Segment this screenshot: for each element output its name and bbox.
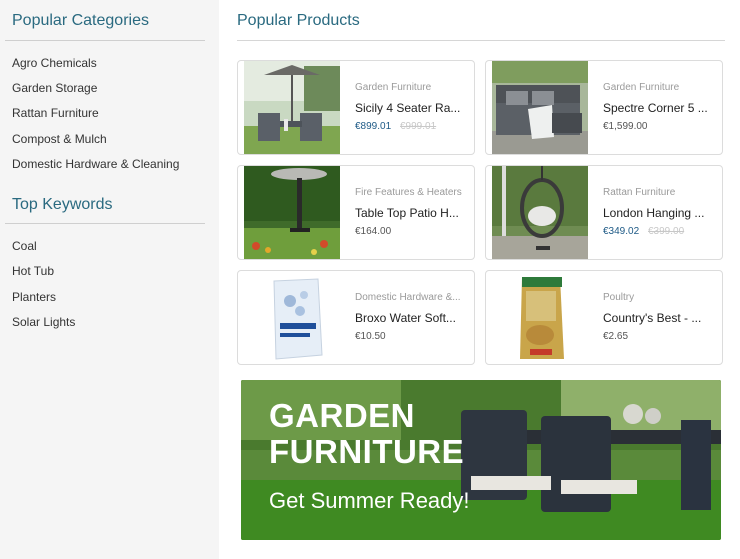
product-image [244,271,340,364]
product-price: €1,599.00 [603,121,648,132]
product-category: Rattan Furniture [603,187,676,198]
product-category: Garden Furniture [355,82,432,93]
divider [5,223,205,224]
product-name[interactable]: Spectre Corner 5 ... [603,101,715,115]
product-card[interactable]: Poultry Country's Best - ... €2.65 [485,270,723,365]
product-category: Domestic Hardware &... [355,292,461,303]
product-image [244,166,340,259]
product-card[interactable]: Domestic Hardware &... Broxo Water Soft.… [237,270,475,365]
product-price: €164.00 [355,226,392,237]
product-category: Garden Furniture [603,82,680,93]
banner-tagline: Get Summer Ready! [269,488,470,513]
product-price: €2.65 [603,331,629,342]
product-card[interactable]: Garden Furniture Spectre Corner 5 ... €1… [485,60,723,155]
product-price: €899.01 [355,121,392,132]
product-category: Poultry [603,292,635,303]
product-price: €10.50 [355,331,386,342]
product-category: Fire Features & Heaters [355,187,462,198]
divider [237,40,725,41]
garden-furniture-banner[interactable]: GARDEN FURNITURE Get Summer Ready! [241,380,721,540]
keyword-link[interactable]: Hot Tub [12,264,54,278]
product-name[interactable]: London Hanging ... [603,206,715,220]
sidebar: Popular Categories Agro Chemicals Garden… [0,0,219,559]
product-old-price: €999.01 [400,121,437,132]
category-link[interactable]: Agro Chemicals [12,56,97,70]
product-image [244,61,340,154]
product-card[interactable]: Rattan Furniture London Hanging ... €349… [485,165,723,260]
product-name[interactable]: Table Top Patio H... [355,206,467,220]
product-price: €349.02 [603,226,640,237]
categories-heading: Popular Categories [12,12,149,29]
popular-products-heading: Popular Products [237,12,360,29]
divider [5,40,205,41]
product-name[interactable]: Sicily 4 Seater Ra... [355,101,467,115]
product-card[interactable]: Garden Furniture Sicily 4 Seater Ra... €… [237,60,475,155]
product-card[interactable]: Fire Features & Heaters Table Top Patio … [237,165,475,260]
keyword-link[interactable]: Solar Lights [12,315,75,329]
category-link[interactable]: Garden Storage [12,81,97,95]
page: Popular Categories Agro Chemicals Garden… [0,0,740,559]
keywords-heading: Top Keywords [12,196,113,213]
keyword-link[interactable]: Coal [12,239,37,253]
keyword-link[interactable]: Planters [12,290,56,304]
category-link[interactable]: Domestic Hardware & Cleaning [12,157,179,171]
product-image [492,271,588,364]
product-name[interactable]: Country's Best - ... [603,311,715,325]
product-image [492,61,588,154]
category-link[interactable]: Rattan Furniture [12,106,99,120]
category-link[interactable]: Compost & Mulch [12,132,107,146]
product-old-price: €399.00 [648,226,685,237]
product-name[interactable]: Broxo Water Soft... [355,311,467,325]
product-image [492,166,588,259]
banner-line-1: GARDEN [269,397,416,434]
banner-line-2: FURNITURE [269,433,465,470]
